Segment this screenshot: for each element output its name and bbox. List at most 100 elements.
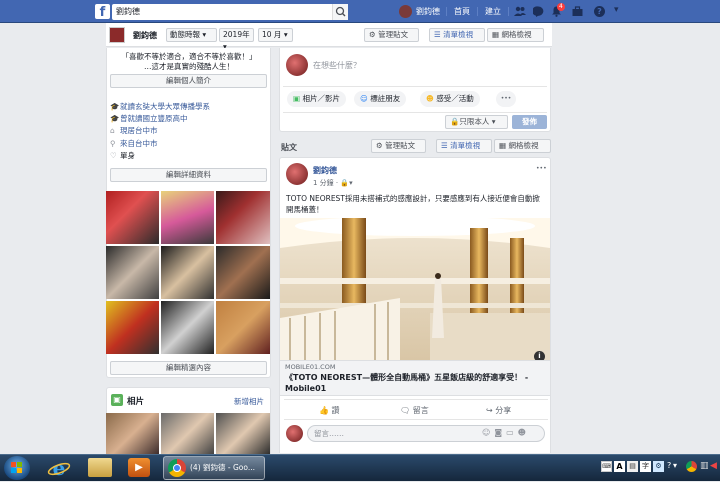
search-button[interactable]: [332, 4, 348, 20]
featured-photo[interactable]: [161, 246, 214, 299]
sticker-icon[interactable]: ☻: [518, 428, 530, 437]
camera-icon[interactable]: ◙: [494, 428, 506, 437]
photo-icon: ▣: [293, 94, 301, 103]
avatar[interactable]: [286, 163, 308, 185]
facebook-logo-icon[interactable]: f: [95, 4, 110, 20]
bio-line: 「喜歡不等於適合，適合不等於喜歡！」: [121, 52, 257, 61]
list-view-button[interactable]: ☰ 清單檢視: [436, 139, 492, 153]
home-link[interactable]: 首頁: [454, 0, 470, 23]
privacy-lock-icon: 🔒: [340, 179, 350, 187]
tag-friends-button[interactable]: ☺ 標註朋友: [354, 91, 407, 107]
language-a-icon[interactable]: A: [614, 461, 625, 472]
thumbs-up-icon: 👍: [319, 406, 329, 415]
live-text[interactable]: 現居台中市: [120, 126, 158, 135]
featured-photo[interactable]: [106, 246, 159, 299]
emoji-icon[interactable]: ☺: [482, 428, 494, 437]
grid-view-button[interactable]: ▦ 網格檢視: [487, 28, 544, 42]
edit-featured-button[interactable]: 編輯精選內容: [110, 361, 267, 375]
list-icon: ☰: [441, 141, 448, 150]
profile-name[interactable]: 劉鈞德: [133, 30, 157, 41]
privacy-selector[interactable]: 🔒只限本人 ▾: [445, 115, 508, 129]
like-button[interactable]: 👍 讚: [319, 405, 340, 416]
more-options-button[interactable]: •••: [496, 91, 516, 107]
grid-icon: ▦: [499, 141, 507, 150]
ime-mode-icon[interactable]: ▤: [627, 461, 638, 472]
help-icon[interactable]: ?: [594, 6, 605, 17]
grid-view-button[interactable]: ▦ 網格檢視: [494, 139, 551, 153]
school-text[interactable]: 曾就讀國立豐原高中: [120, 114, 188, 123]
graduation-cap-icon: 🎓: [110, 102, 120, 111]
post-author[interactable]: 劉鈞德: [313, 165, 337, 176]
photos-title[interactable]: 相片: [127, 395, 144, 407]
post-menu-button[interactable]: •••: [536, 165, 547, 172]
search-input[interactable]: 劉鈞德: [112, 4, 348, 20]
volume-icon[interactable]: ◀: [710, 461, 717, 471]
featured-photo[interactable]: [106, 301, 159, 354]
intro-study: 🎓就讀玄奘大學大眾傳播學系: [110, 101, 210, 113]
edit-intro-button[interactable]: 編輯個人簡介: [110, 74, 267, 88]
divider: [284, 419, 548, 420]
ime-char-icon[interactable]: 字: [640, 461, 651, 472]
photo-thumb[interactable]: [106, 413, 159, 455]
help-tray-icon[interactable]: ?: [667, 461, 671, 470]
photo-thumb[interactable]: [161, 413, 214, 455]
photo-thumb[interactable]: [216, 413, 270, 455]
chrome-window-title: (4) 劉鈞德 - Goo...: [190, 463, 255, 472]
featured-photo[interactable]: [161, 301, 214, 354]
chevron-down-icon: ▾: [202, 30, 207, 39]
comment-label: 留言: [412, 406, 429, 415]
divider: [446, 7, 447, 16]
chrome-tray-icon[interactable]: [686, 461, 697, 472]
chevron-down-icon: ▾: [491, 117, 496, 126]
publish-button[interactable]: 發佈: [512, 115, 547, 129]
media-player-icon[interactable]: ▶: [128, 458, 150, 477]
messenger-icon[interactable]: [532, 6, 544, 19]
comment-button[interactable]: 🗨 留言: [400, 405, 429, 416]
intro-relationship: ♡ 單身: [110, 150, 135, 162]
link-title[interactable]: 《TOTO NEOREST—體形全自動馬桶》五星飯店級的舒適享受！ - Mobi…: [285, 372, 547, 394]
list-view-button[interactable]: ☰ 清單檢視: [429, 28, 485, 42]
create-link[interactable]: 建立: [485, 0, 501, 23]
gif-icon[interactable]: ▭: [506, 428, 518, 437]
edit-details-button[interactable]: 編輯詳細資料: [110, 168, 267, 182]
manage-posts-button[interactable]: ⚙ 管理貼文: [364, 28, 419, 42]
chevron-down-icon: ▾: [349, 179, 353, 187]
network-icon[interactable]: ▥: [700, 461, 709, 471]
feeling-emoji-icon: ☻: [426, 94, 434, 103]
link-preview-image[interactable]: [280, 218, 550, 360]
featured-photo[interactable]: [161, 191, 214, 244]
windows-logo-icon: [11, 462, 22, 473]
like-label: 讚: [331, 406, 340, 415]
profile-name-link[interactable]: 劉鈞德: [416, 0, 440, 23]
intro-live: ⌂ 現居台中市: [110, 125, 158, 137]
featured-photo[interactable]: [216, 191, 270, 244]
featured-photo[interactable]: [106, 191, 159, 244]
share-button[interactable]: ↪ 分享: [486, 405, 511, 416]
ime-settings-icon[interactable]: ⚙: [653, 461, 664, 472]
tray-expand-icon[interactable]: ▾: [673, 461, 677, 470]
internet-explorer-icon[interactable]: e: [46, 456, 72, 480]
featured-photo[interactable]: [216, 301, 270, 354]
start-button[interactable]: [4, 456, 30, 480]
timeline-dropdown[interactable]: 動態時報 ▾: [166, 28, 217, 42]
add-photos-link[interactable]: 新增相片: [234, 396, 264, 407]
manage-posts-button[interactable]: ⚙ 管理貼文: [371, 139, 426, 153]
input-method-icon[interactable]: ⌨: [601, 461, 612, 472]
intro-school: 🎓曾就讀國立豐原高中: [110, 113, 188, 125]
avatar[interactable]: [399, 5, 412, 18]
profile-thumbnail[interactable]: [109, 27, 125, 43]
photo-video-button[interactable]: ▣ 相片／影片: [287, 91, 346, 107]
post-timestamp[interactable]: 1 分鐘 · 🔒▾: [313, 178, 353, 188]
friend-requests-icon[interactable]: [514, 6, 526, 19]
feeling-activity-button[interactable]: ☻ 感受／活動: [420, 91, 480, 107]
composer-input[interactable]: 在想些什麼？: [313, 60, 361, 71]
relationship-text: 單身: [120, 151, 135, 160]
featured-photo[interactable]: [216, 246, 270, 299]
from-text[interactable]: 來自台中市: [120, 139, 158, 148]
quick-help-icon[interactable]: [572, 6, 583, 19]
year-dropdown[interactable]: 2019年 ▾: [219, 28, 254, 51]
month-dropdown[interactable]: 10 月 ▾: [258, 28, 293, 42]
account-menu-chevron-icon[interactable]: ▾: [614, 5, 619, 15]
file-explorer-icon[interactable]: [88, 458, 112, 477]
study-text[interactable]: 就讀玄奘大學大眾傳播學系: [120, 102, 210, 111]
